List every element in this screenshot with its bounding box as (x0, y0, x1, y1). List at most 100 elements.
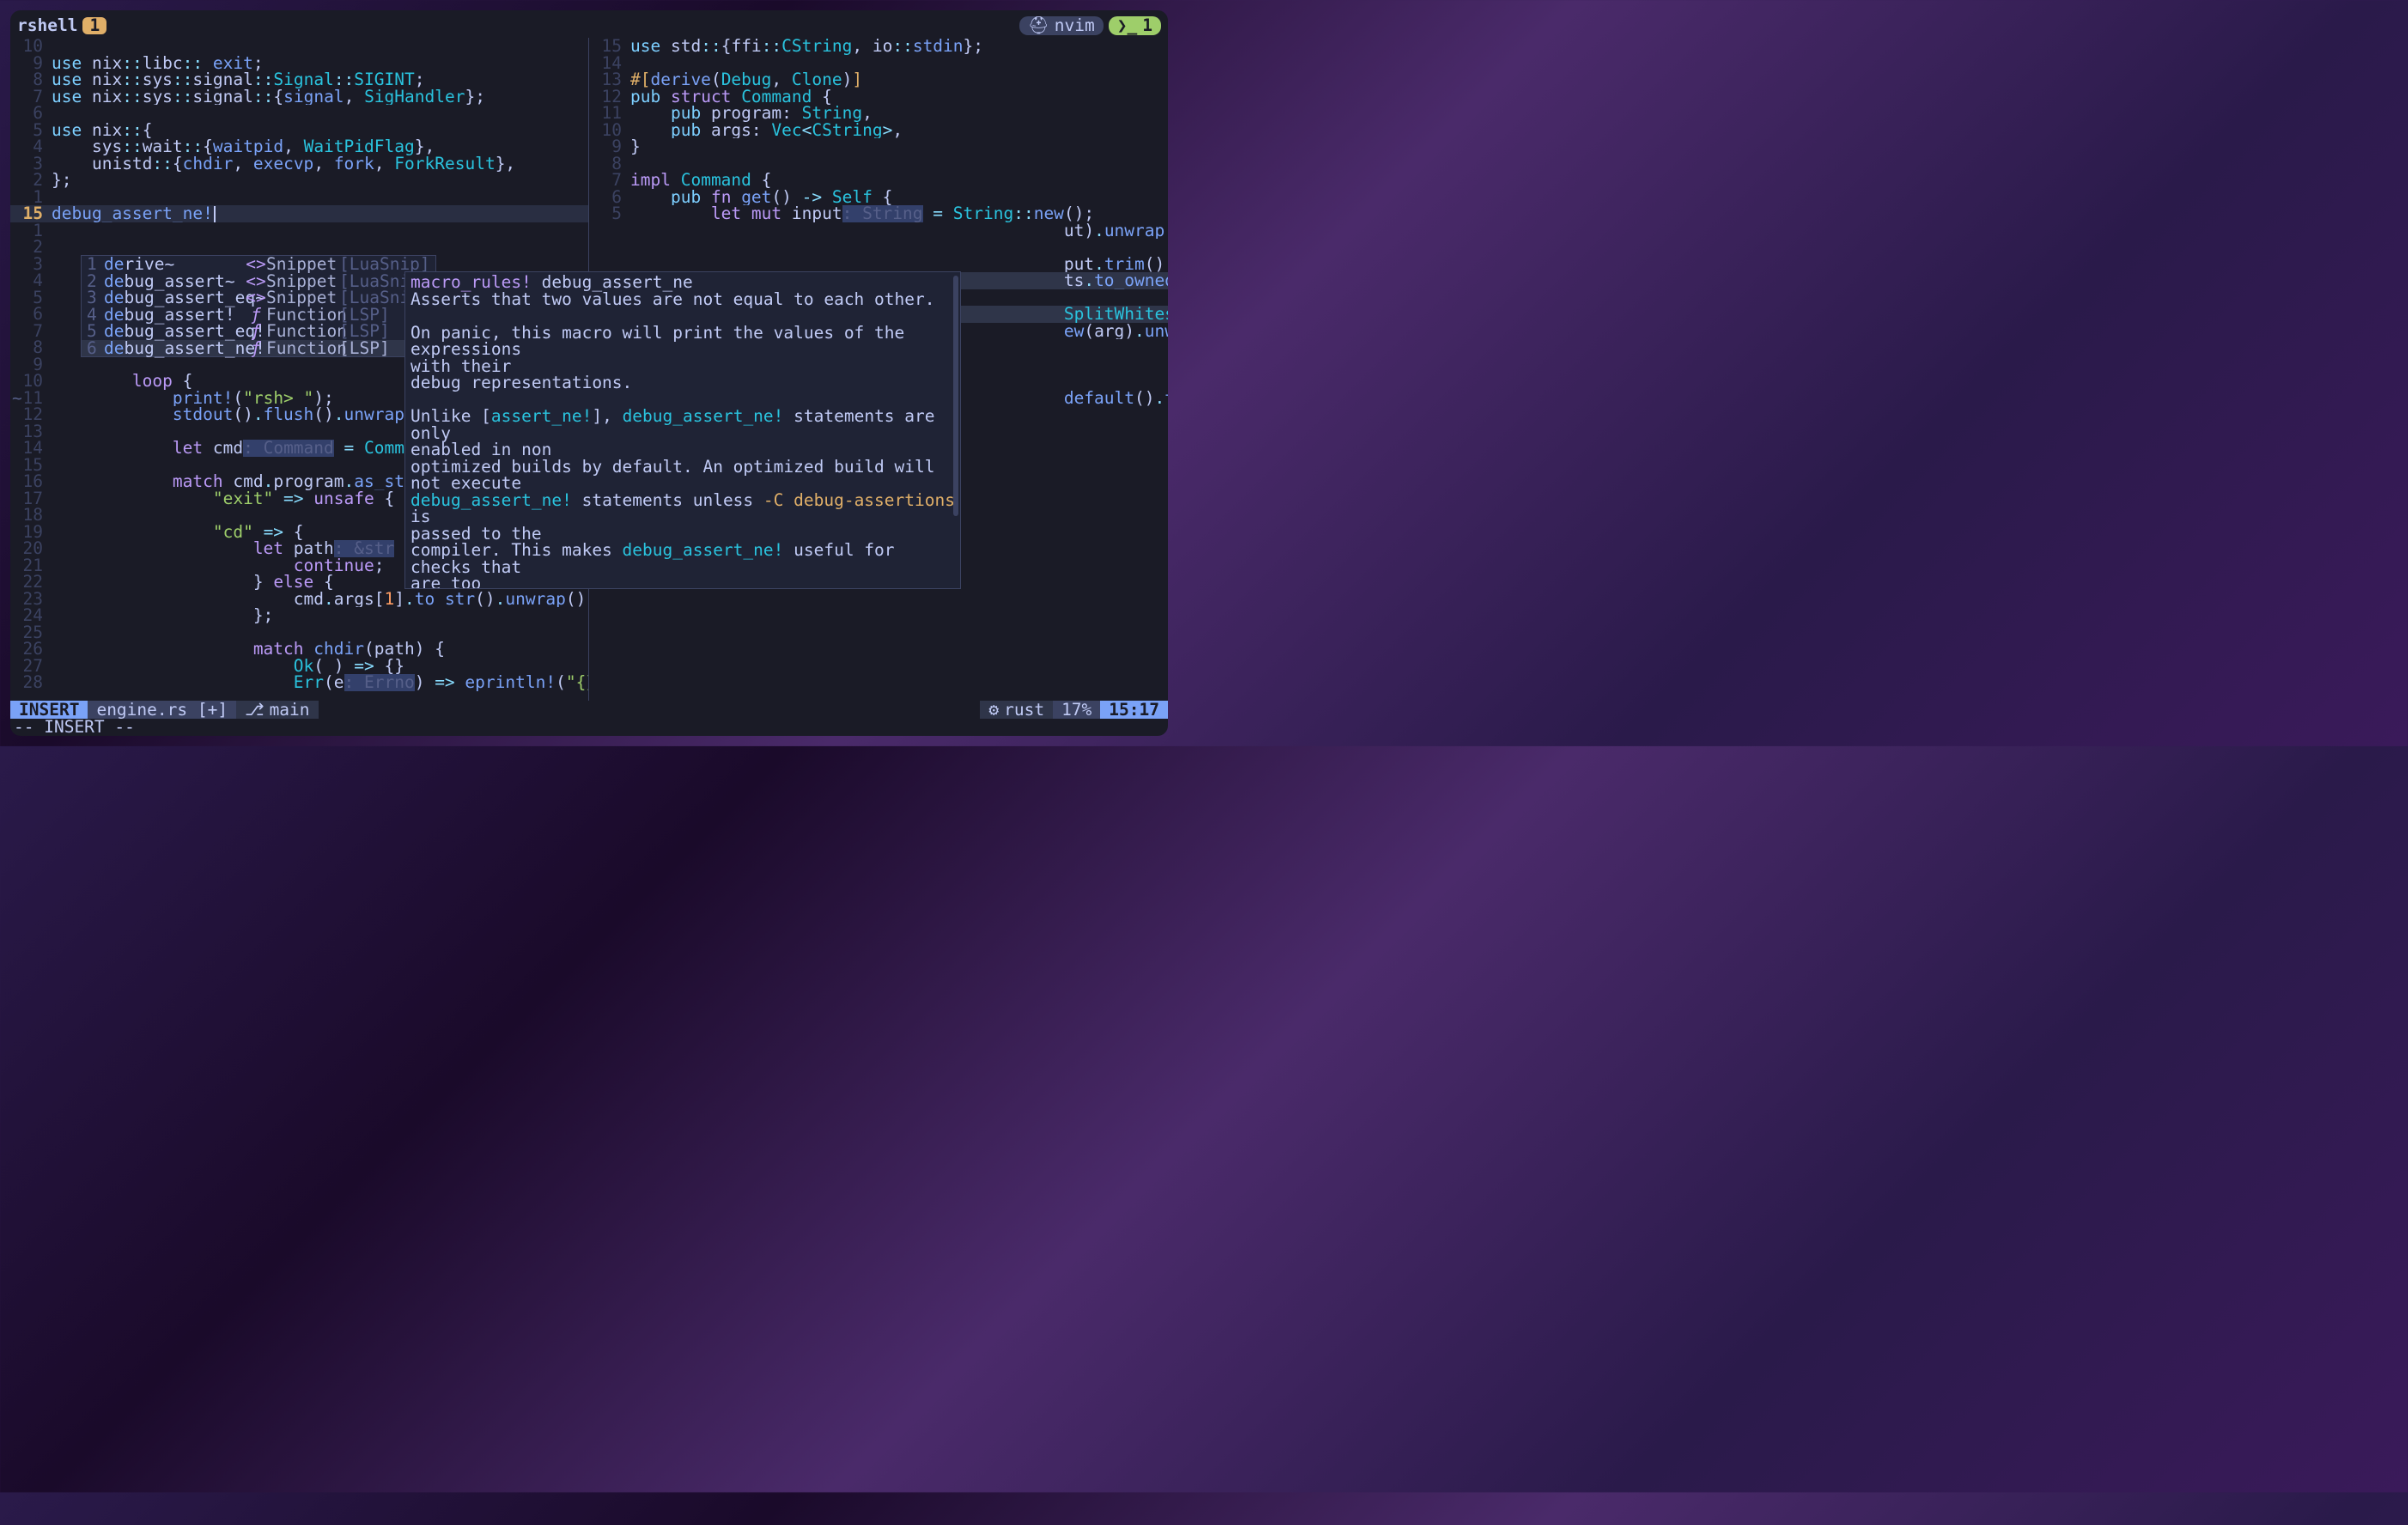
line-number: 10 (10, 373, 52, 390)
line-number: 6 (10, 306, 52, 323)
line-number: 5 (10, 289, 52, 307)
code-line[interactable]: 11 pub program: String, (589, 105, 1168, 122)
code-line[interactable]: 9} (589, 138, 1168, 155)
code-line[interactable]: 10 (10, 38, 588, 55)
doc-body-line: optimized builds by default. An optimize… (410, 459, 955, 492)
completion-item-label: debug_assert_eq! (104, 323, 246, 340)
completion-item[interactable]: 1derive~<>Snippet[LuaSnip] (82, 256, 435, 273)
pill-nvim-label: nvim (1055, 17, 1095, 34)
code-line-body: }; (52, 607, 588, 624)
line-number: 4 (10, 272, 52, 289)
code-line[interactable]: 25 (10, 624, 588, 641)
code-line-body: ut).unwrap_or_default(); (630, 222, 1168, 240)
line-number: 10 (10, 38, 52, 55)
line-number: 6 (10, 105, 52, 122)
code-line[interactable]: 13#[derive(Debug, Clone)] (589, 71, 1168, 88)
line-number: 8 (10, 71, 52, 88)
code-line-body: unistd::{chdir, execvp, fork, ForkResult… (52, 155, 588, 173)
code-line[interactable]: 7use nix::sys::signal::{signal, SigHandl… (10, 88, 588, 106)
code-line[interactable]: 1 (10, 222, 588, 240)
cmdline-message: -- INSERT -- (10, 719, 1168, 736)
doc-body-line: compiler. This makes debug_assert_ne! us… (410, 542, 955, 575)
completion-item-label: derive~ (104, 256, 246, 273)
doc-body-line: are too (410, 575, 955, 589)
line-number: 24 (10, 607, 52, 624)
code-line[interactable]: 24 }; (10, 607, 588, 624)
line-number: 9 (10, 55, 52, 72)
status-cursor-position: 15:17 (1100, 701, 1168, 719)
git-branch-icon: ⎇ (245, 702, 264, 719)
line-number: 3 (10, 155, 52, 173)
code-line-body: debug_assert_ne! (52, 205, 588, 222)
line-number: 15 (589, 38, 630, 55)
editor-split: 109use nix::libc::_exit;8use nix::sys::s… (10, 38, 1168, 701)
code-line[interactable]: 8use nix::sys::signal::Signal::SIGINT; (10, 71, 588, 88)
code-line[interactable]: 23 cmd.args[1].to_str().unwrap() (10, 591, 588, 608)
doc-body-line: enabled in non (410, 441, 955, 459)
line-number: 14 (10, 440, 52, 457)
completion-item[interactable]: 3debug_assert_eq~<>Snippet[LuaSnip] (82, 289, 435, 307)
status-language-label: rust (1004, 702, 1044, 719)
code-line-body: use std::{ffi::CString, io::stdin}; (630, 38, 1168, 55)
line-number: 2 (10, 239, 52, 256)
terminal-window: rshell 1 ⛑ nvim ❯_ 1 109use nix::libc::_… (10, 10, 1168, 736)
doc-body-line: Asserts that two values are not equal to… (410, 291, 955, 308)
code-line[interactable] (589, 239, 1168, 256)
doc-body-line: debug_assert_ne! statements unless -C de… (410, 492, 955, 526)
completion-item-kind: Snippet (266, 256, 339, 273)
code-line-body: use nix::sys::signal::Signal::SIGINT; (52, 71, 588, 88)
code-line[interactable]: 9use nix::libc::_exit; (10, 55, 588, 72)
doc-body-line: debug representations. (410, 374, 955, 392)
line-number: 12 (10, 406, 52, 423)
code-line[interactable]: 1 (10, 189, 588, 206)
code-line-body: put.trim().split_whites→ (630, 256, 1168, 273)
line-number: 2 (10, 172, 52, 189)
git-branch-name: main (270, 702, 310, 719)
code-line[interactable]: put.trim().split_whites→ (589, 256, 1168, 273)
code-line[interactable]: 10 pub args: Vec<CString>, (589, 122, 1168, 139)
tmux-window-badge[interactable]: 1 (82, 17, 106, 34)
code-line[interactable]: 2}; (10, 172, 588, 189)
code-line-body: pub fn get() -> Self { (630, 189, 1168, 206)
code-line[interactable]: 27 Ok(_) => {} (10, 658, 588, 675)
status-scroll-percent: 17% (1053, 701, 1100, 719)
completion-item-kind: Function (266, 340, 339, 357)
status-git-branch: ⎇ main (236, 701, 318, 719)
code-line[interactable]: 26 match chdir(path) { (10, 641, 588, 658)
line-number: 10 (589, 122, 630, 139)
doc-scrollbar[interactable] (953, 276, 958, 516)
line-number: 7 (589, 172, 630, 189)
status-language: ⚙ rust (980, 701, 1053, 719)
completion-item[interactable]: 6debug_assert_ne!ƒFunction[LSP] (82, 340, 435, 357)
pill-terminal[interactable]: ❯_ 1 (1109, 16, 1161, 35)
code-line[interactable]: 8 (589, 155, 1168, 173)
line-number: 8 (589, 155, 630, 173)
code-line-body: pub args: Vec<CString>, (630, 122, 1168, 139)
code-line[interactable]: 14 (589, 55, 1168, 72)
code-line[interactable]: 5use nix::{ (10, 122, 588, 139)
snippet-icon: <> (246, 256, 266, 273)
code-line[interactable]: 12pub struct Command { (589, 88, 1168, 106)
code-line-body: sys::wait::{waitpid, WaitPidFlag}, (52, 138, 588, 155)
terminal-icon: ❯_ (1117, 17, 1137, 34)
completion-item-source: [LSP] (339, 323, 390, 340)
gear-icon: ⚙ (988, 702, 999, 719)
code-line[interactable]: 15use std::{ffi::CString, io::stdin}; (589, 38, 1168, 55)
tmux-session-name: rshell (17, 17, 77, 34)
code-line[interactable]: 15debug_assert_ne! (10, 205, 588, 222)
code-line[interactable]: 28 Err(e: Errno) => eprintln!("{}", e), (10, 674, 588, 691)
code-line-body: }; (52, 172, 588, 189)
code-line[interactable]: 3 unistd::{chdir, execvp, fork, ForkResu… (10, 155, 588, 173)
code-line[interactable]: ut).unwrap_or_default(); (589, 222, 1168, 240)
code-line-body: #[derive(Debug, Clone)] (630, 71, 1168, 88)
code-line[interactable]: 4 sys::wait::{waitpid, WaitPidFlag}, (10, 138, 588, 155)
pill-nvim[interactable]: ⛑ nvim (1019, 16, 1104, 35)
completion-menu[interactable]: 1derive~<>Snippet[LuaSnip]2debug_assert~… (81, 255, 436, 357)
code-line[interactable]: 5 let mut input: String = String::new(); (589, 205, 1168, 222)
code-line-body: use nix::{ (52, 122, 588, 139)
code-line[interactable]: 2 (10, 239, 588, 256)
code-line[interactable]: 7impl Command { (589, 172, 1168, 189)
code-line[interactable]: 6 (10, 105, 588, 122)
completion-item[interactable]: 5debug_assert_eq!ƒFunction[LSP] (82, 323, 435, 340)
code-line[interactable]: 6 pub fn get() -> Self { (589, 189, 1168, 206)
